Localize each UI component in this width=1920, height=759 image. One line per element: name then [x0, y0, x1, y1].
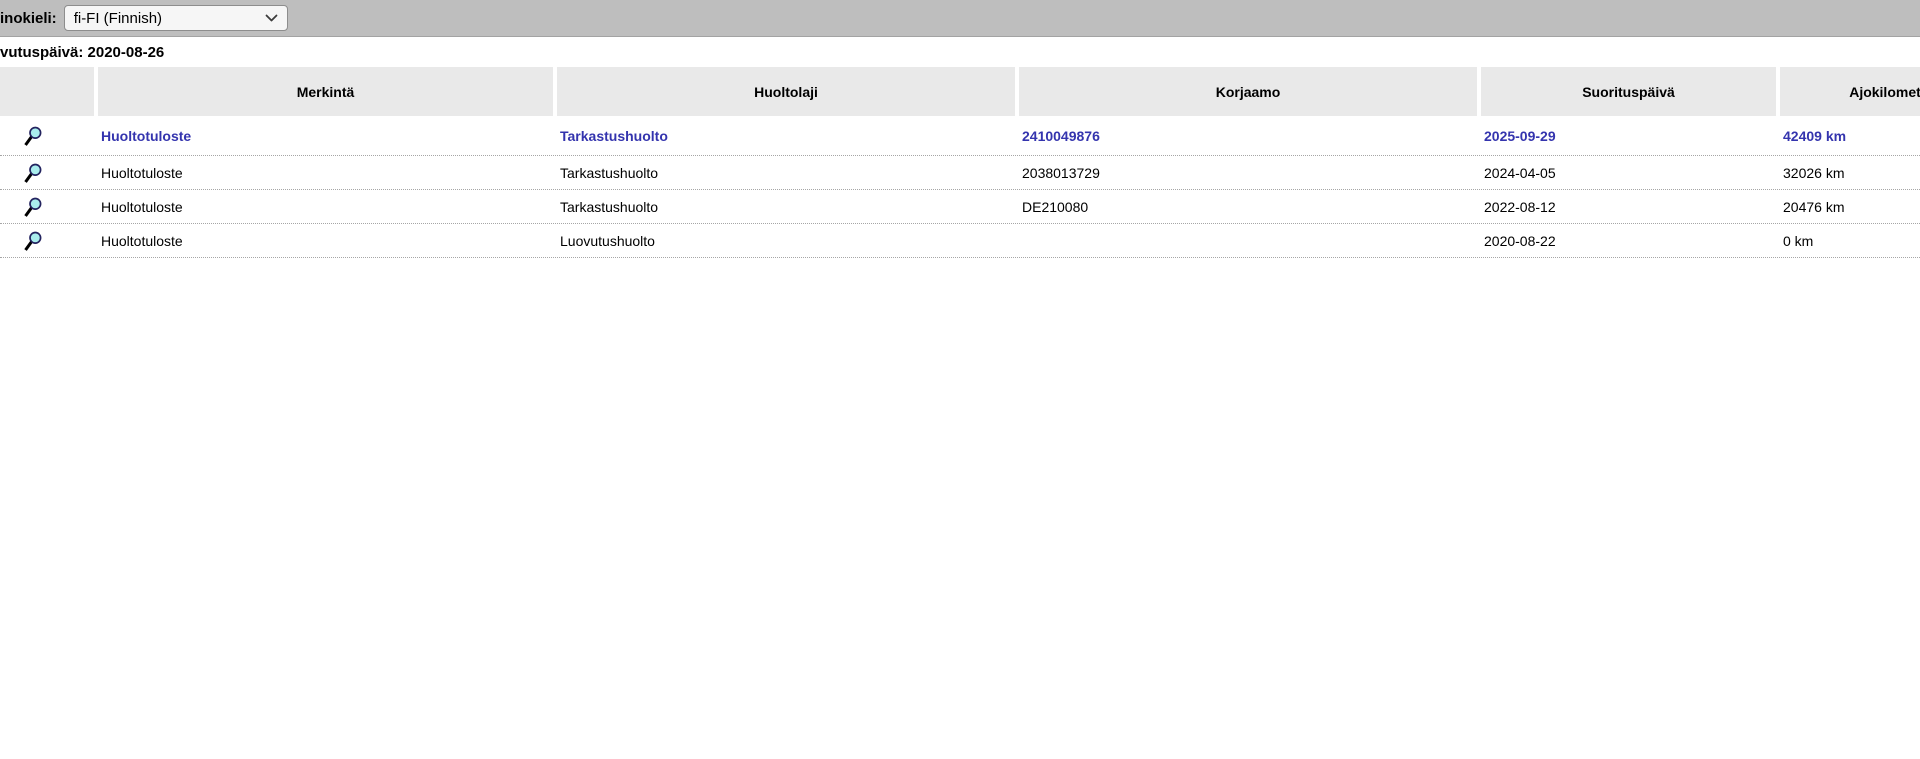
service-records-table: Merkintä Huoltolaji Korjaamo Suorituspäi… — [0, 67, 1920, 258]
magnifier-button[interactable] — [23, 162, 43, 184]
magnifier-button[interactable] — [23, 196, 43, 218]
cell-huoltolaji: Luovutushuolto — [557, 233, 1015, 249]
column-header-merkinta: Merkintä — [98, 67, 553, 116]
column-header-huoltolaji: Huoltolaji — [557, 67, 1015, 116]
cell-merkinta: Huoltotuloste — [98, 165, 553, 181]
cell-suorituspaiva: 2020-08-22 — [1481, 233, 1776, 249]
cell-ajokilometrit: 42409 km — [1780, 128, 1920, 144]
cell-suorituspaiva: 2022-08-12 — [1481, 199, 1776, 215]
cell-huoltolaji: Tarkastushuolto — [557, 199, 1015, 215]
table-row: Huoltotuloste Tarkastushuolto 2410049876… — [0, 116, 1920, 156]
chevron-down-icon — [265, 10, 278, 27]
cell-ajokilometrit: 20476 km — [1780, 199, 1920, 215]
cell-ajokilometrit: 32026 km — [1780, 165, 1920, 181]
cell-merkinta: Huoltotuloste — [98, 233, 553, 249]
cell-suorituspaiva: 2024-04-05 — [1481, 165, 1776, 181]
cell-ajokilometrit: 0 km — [1780, 233, 1920, 249]
column-header-suorituspaiva: Suorituspäivä — [1481, 67, 1776, 116]
magnifier-icon — [23, 240, 43, 252]
cell-korjaamo: 2038013729 — [1019, 165, 1477, 181]
table-row: Huoltotuloste Tarkastushuolto 2038013729… — [0, 156, 1920, 190]
magnifier-icon — [23, 135, 43, 147]
table-body: Huoltotuloste Tarkastushuolto 2410049876… — [0, 116, 1920, 258]
toolbar: inokieli: fi-FI (Finnish) — [0, 0, 1920, 37]
magnifier-button[interactable] — [23, 125, 43, 147]
cell-merkinta: Huoltotuloste — [98, 199, 553, 215]
table-row: Huoltotuloste Luovutushuolto 2020-08-22 … — [0, 224, 1920, 258]
cell-korjaamo: DE210080 — [1019, 199, 1477, 215]
table-header-row: Merkintä Huoltolaji Korjaamo Suorituspäi… — [0, 67, 1920, 116]
language-select-value: fi-FI (Finnish) — [74, 10, 265, 27]
cell-merkinta: Huoltotuloste — [98, 128, 553, 144]
table-row: Huoltotuloste Tarkastushuolto DE210080 2… — [0, 190, 1920, 224]
column-header-ajokilometrit: Ajokilometrit — [1780, 67, 1920, 116]
magnifier-button[interactable] — [23, 230, 43, 252]
cell-huoltolaji: Tarkastushuolto — [557, 165, 1015, 181]
column-header-korjaamo: Korjaamo — [1019, 67, 1477, 116]
language-select[interactable]: fi-FI (Finnish) — [64, 5, 288, 31]
cell-huoltolaji: Tarkastushuolto — [557, 128, 1015, 144]
delivery-date-label: vutuspäivä: 2020-08-26 — [0, 44, 1920, 62]
cell-suorituspaiva: 2025-09-29 — [1481, 128, 1776, 144]
cell-korjaamo: 2410049876 — [1019, 128, 1477, 144]
print-language-label: inokieli: — [0, 10, 57, 27]
magnifier-icon — [23, 172, 43, 184]
magnifier-icon — [23, 206, 43, 218]
column-header-icon — [0, 67, 94, 116]
